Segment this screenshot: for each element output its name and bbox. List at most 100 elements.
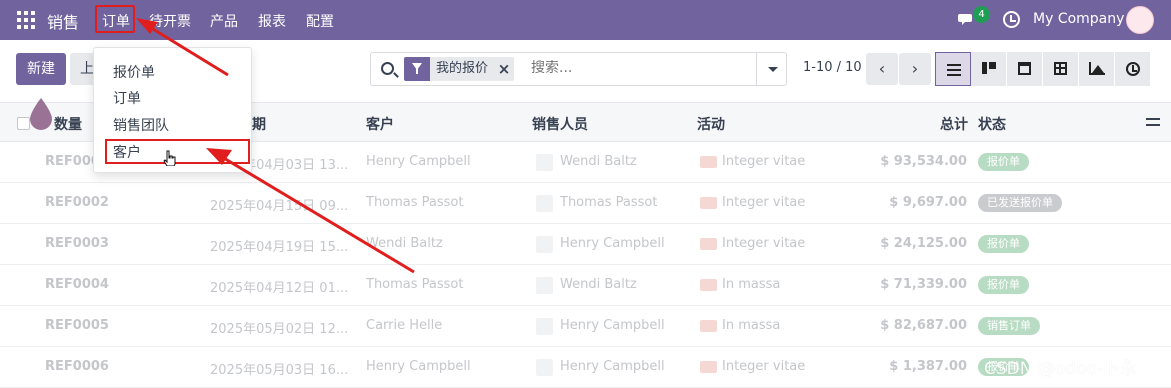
cell-salesperson: Henry Campbell [560, 236, 665, 251]
salesperson-avatar [536, 195, 553, 212]
cell-customer: Carrie Helle [366, 318, 443, 333]
salesperson-avatar [536, 359, 553, 376]
filter-facet[interactable]: 我的报价 × [404, 57, 515, 81]
cell-ref: REF0004 [45, 277, 109, 292]
status-badge: 已发送报价单 [978, 194, 1062, 212]
apps-grid-icon[interactable] [17, 11, 35, 29]
list-view-button[interactable] [935, 52, 971, 86]
app-name[interactable]: 销售 [47, 9, 79, 33]
view-switcher [935, 52, 1151, 86]
search-icon [381, 62, 394, 75]
table-row[interactable]: REF0002 2025年04月15日 09... Thomas Passot … [0, 183, 1171, 224]
cell-date: 2025年04月19日 15... [210, 240, 349, 255]
menu-item-quotations[interactable]: 报价单 [113, 62, 155, 82]
activity-icon[interactable] [700, 279, 717, 291]
filter-icon [404, 57, 430, 81]
status-badge: 报价单 [978, 276, 1029, 294]
status-badge: 报价单 [978, 153, 1029, 171]
chat-count-badge: 4 [973, 6, 990, 23]
kanban-icon [982, 62, 996, 74]
cell-date: 2025年04月12日 01... [210, 281, 349, 296]
menu-products[interactable]: 产品 [210, 11, 238, 31]
graph-view-button[interactable] [1079, 52, 1115, 86]
cell-ref: REF0003 [45, 236, 109, 251]
activity-clock-icon[interactable] [1003, 11, 1020, 28]
cell-salesperson: Wendi Baltz [560, 277, 637, 292]
cell-customer: Henry Campbell [366, 359, 471, 374]
cell-total: $ 93,534.00 [880, 154, 967, 169]
company-switcher[interactable]: My Company [1033, 11, 1124, 27]
cell-salesperson: Henry Campbell [560, 359, 665, 374]
header-activity[interactable]: 活动 [697, 114, 725, 134]
graph-icon [1089, 62, 1105, 75]
status-badge: 销售订单 [978, 317, 1040, 335]
header-salesperson[interactable]: 销售人员 [532, 114, 588, 134]
facet-remove-icon[interactable]: × [494, 57, 514, 81]
header-total[interactable]: 总计 [940, 114, 968, 134]
menu-item-orders[interactable]: 订单 [113, 88, 141, 108]
cell-activity: In massa [722, 277, 781, 292]
header-date[interactable]: 期 [252, 114, 266, 134]
cell-total: $ 1,387.00 [889, 359, 967, 374]
salesperson-avatar [536, 236, 553, 253]
facet-label: 我的报价 [436, 61, 489, 76]
kanban-view-button[interactable] [971, 52, 1007, 86]
cell-total: $ 82,687.00 [880, 318, 967, 333]
cell-ref: REF0005 [45, 318, 109, 333]
search-input[interactable] [531, 60, 751, 76]
user-avatar[interactable] [1126, 6, 1154, 34]
pivot-view-button[interactable] [1043, 52, 1079, 86]
pager-previous-button[interactable]: ‹ [866, 53, 898, 85]
cell-salesperson: Thomas Passot [560, 195, 658, 210]
pager-value[interactable]: 1-10 / 10 [803, 60, 862, 75]
activity-icon[interactable] [700, 320, 717, 332]
header-customer[interactable]: 客户 [366, 114, 394, 134]
cell-date: 2025年05月03日 16... [210, 363, 349, 378]
menu-configuration[interactable]: 配置 [306, 11, 334, 31]
activity-icon[interactable] [700, 197, 717, 209]
activity-icon[interactable] [700, 156, 717, 168]
cell-activity: Integer vitae [722, 236, 806, 251]
salesperson-avatar [536, 277, 553, 294]
cell-date: 2025年04月15日 09... [210, 199, 349, 214]
menu-item-sales-teams[interactable]: 销售团队 [113, 115, 169, 135]
cell-customer: Wendi Baltz [366, 236, 443, 251]
watermark-text: CSDN @odoo-卜永 [984, 359, 1138, 379]
cell-total: $ 9,697.00 [889, 195, 967, 210]
cell-activity: In massa [722, 318, 781, 333]
salesperson-avatar [536, 154, 553, 171]
menu-to-invoice[interactable]: 待开票 [149, 11, 191, 31]
table-row[interactable]: REF0005 2025年05月02日 12... Carrie Helle H… [0, 306, 1171, 347]
cell-ref: REF0006 [45, 359, 109, 374]
cell-total: $ 71,339.00 [880, 277, 967, 292]
cell-activity: Integer vitae [722, 359, 806, 374]
hand-cursor-icon [163, 150, 176, 166]
pivot-icon [1054, 62, 1067, 75]
cell-customer: Thomas Passot [366, 195, 464, 210]
menu-reporting[interactable]: 报表 [258, 11, 286, 31]
new-button[interactable]: 新建 [16, 53, 66, 85]
cell-activity: Integer vitae [722, 154, 806, 169]
activity-icon[interactable] [700, 238, 717, 250]
customers-highlight-box [105, 139, 250, 164]
orders-highlight-box [95, 5, 135, 33]
table-row[interactable]: REF0003 2025年04月19日 15... Wendi Baltz He… [0, 224, 1171, 265]
activity-icon[interactable] [700, 361, 717, 373]
cell-salesperson: Wendi Baltz [560, 154, 637, 169]
header-number[interactable]: 数量 [54, 114, 82, 134]
list-icon [947, 64, 961, 76]
search-bar[interactable]: 我的报价 × [370, 52, 787, 86]
drop-marker-icon [30, 98, 52, 130]
header-status[interactable]: 状态 [978, 114, 1006, 134]
status-badge: 报价单 [978, 235, 1029, 253]
optional-columns-icon[interactable] [1146, 115, 1160, 129]
search-options-toggle[interactable] [756, 53, 787, 85]
clock-icon [1126, 62, 1140, 76]
top-navbar: 销售 订单 待开票 产品 报表 配置 4 My Company [0, 0, 1171, 40]
table-row[interactable]: REF0004 2025年04月12日 01... Thomas Passot … [0, 265, 1171, 306]
pager-next-button[interactable]: › [899, 53, 931, 85]
cell-salesperson: Henry Campbell [560, 318, 665, 333]
calendar-view-button[interactable] [1007, 52, 1043, 86]
cell-activity: Integer vitae [722, 195, 806, 210]
activity-view-button[interactable] [1115, 52, 1151, 86]
